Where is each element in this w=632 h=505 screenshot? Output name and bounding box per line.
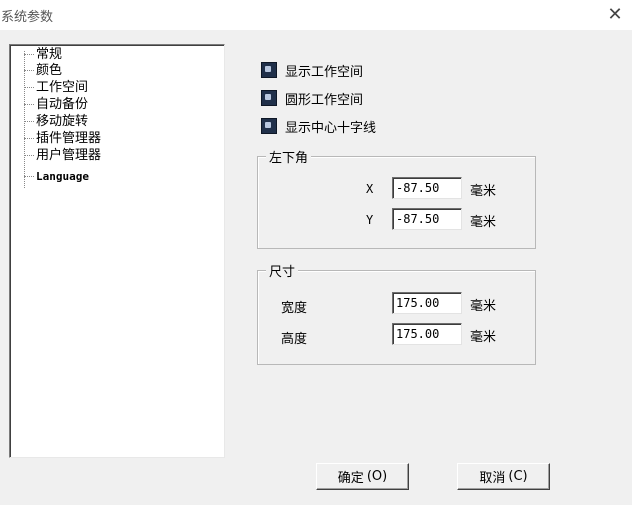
x-label: X [366,182,374,196]
y-input[interactable]: -87.50 [392,208,462,230]
option-circular-workspace[interactable]: 圆形工作空间 [261,89,364,108]
category-tree[interactable]: 常规 颜色 工作空间 自动备份 移动旋转 插件管理器 用户管理器 Languag… [9,44,225,458]
tree-item-move-rotate[interactable]: 移动旋转 [24,114,88,129]
tree-item-color[interactable]: 颜色 [24,63,62,78]
cancel-accelerator: (C) [508,469,528,484]
option-show-workspace[interactable]: 显示工作空间 [261,61,364,80]
close-icon[interactable]: ✕ [604,3,626,25]
display-option-icon [261,118,277,134]
option-label: 显示工作空间 [285,64,364,80]
height-unit: 毫米 [470,330,497,345]
ok-button[interactable]: 确定 (O) [316,463,409,490]
window-title: 系统参数 [1,10,54,25]
cancel-button[interactable]: 取消 (C) [457,463,550,490]
ok-label: 确定 [337,471,364,486]
option-show-center-crosshair[interactable]: 显示中心十字线 [261,117,377,136]
ok-accelerator: (O) [366,469,388,484]
y-unit: 毫米 [470,215,497,230]
tree-item-autobackup[interactable]: 自动备份 [24,97,88,112]
height-label: 高度 [281,332,308,347]
tree-item-user-manager[interactable]: 用户管理器 [24,148,101,163]
bottom-left-group: 左下角 X -87.50 毫米 Y -87.50 毫米 [257,147,536,249]
x-unit: 毫米 [470,184,497,199]
tree-item-language[interactable]: Language [24,169,89,184]
width-label: 宽度 [281,301,308,316]
group-title: 左下角 [266,147,312,166]
group-title: 尺寸 [266,261,299,280]
size-group: 尺寸 宽度 175.00 毫米 高度 175.00 毫米 [257,261,536,365]
display-option-icon [261,90,277,106]
tree-item-workspace[interactable]: 工作空间 [24,80,88,95]
tree-item-general[interactable]: 常规 [24,47,62,62]
y-label: Y [366,213,374,227]
x-input[interactable]: -87.50 [392,177,462,199]
option-label: 显示中心十字线 [285,120,377,136]
title-bar: 系统参数 ✕ [0,0,632,30]
cancel-label: 取消 [479,471,506,486]
width-unit: 毫米 [470,299,497,314]
display-option-icon [261,62,277,78]
option-label: 圆形工作空间 [285,92,364,108]
width-input[interactable]: 175.00 [392,292,462,314]
height-input[interactable]: 175.00 [392,323,462,345]
tree-item-plugin-manager[interactable]: 插件管理器 [24,131,101,146]
